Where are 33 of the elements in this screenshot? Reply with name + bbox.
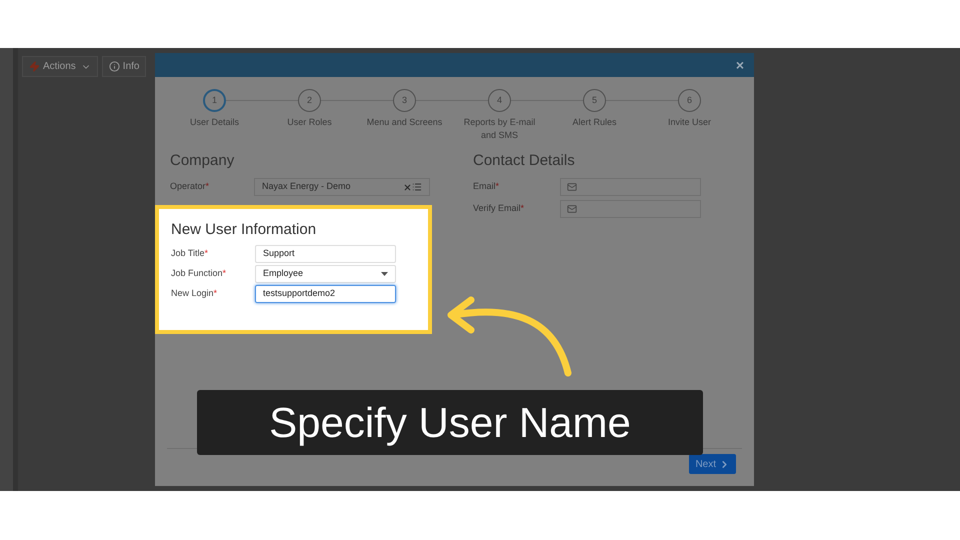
section-heading: Company (170, 151, 236, 171)
caption-banner: Specify User Name (197, 390, 703, 455)
field-label: Verify Email* (473, 202, 526, 216)
envelope-icon (567, 182, 577, 192)
toolbar-button[interactable]: Actions (22, 56, 98, 77)
section-heading: New User Information (171, 220, 318, 240)
toolbar-button[interactable]: Info (102, 56, 146, 77)
field-label: Operator* (170, 180, 210, 194)
step-label: User Roles (286, 116, 333, 129)
step-label: Invite User (666, 116, 712, 129)
caret-icon (381, 272, 388, 276)
clear-icon[interactable] (403, 182, 412, 192)
email-field[interactable] (560, 200, 701, 218)
job-function-select[interactable]: Employee (255, 265, 396, 283)
close-button[interactable]: × (736, 58, 744, 72)
field-label: Email* (473, 180, 500, 194)
field-label: Job Function* (171, 267, 228, 280)
field-label: Job Title* (171, 247, 210, 260)
step-label: Alert Rules (571, 116, 618, 129)
field-label: New Login* (171, 287, 218, 300)
envelope-icon (567, 204, 577, 214)
lightning-icon (29, 61, 40, 72)
step-label: Reports by E-mail and SMS (462, 116, 536, 142)
operator-field[interactable]: Nayax Energy - Demo (254, 178, 430, 196)
section-heading: Contact Details (473, 151, 576, 171)
step-label: User Details (188, 116, 240, 129)
step-label: Menu and Screens (366, 116, 444, 129)
text-field[interactable]: Support (255, 245, 396, 263)
list-icon[interactable] (412, 182, 422, 192)
info-icon (108, 61, 120, 72)
text-field[interactable]: testsupportdemo2 (255, 285, 396, 303)
email-field[interactable] (560, 178, 701, 196)
next-button[interactable]: Next (689, 454, 736, 474)
